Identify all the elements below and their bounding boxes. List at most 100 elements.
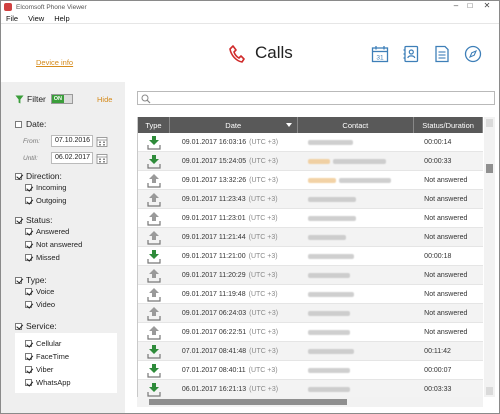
- notes-icon[interactable]: [433, 45, 451, 63]
- title-bar: Elcomsoft Phone Viewer – □ ✕: [1, 1, 499, 13]
- call-status: 00:00:07: [424, 366, 452, 374]
- scroll-down-arrow[interactable]: [486, 387, 493, 395]
- incoming-call-icon: [147, 382, 161, 397]
- service-filter-label[interactable]: Service:: [15, 321, 57, 331]
- outgoing-call-icon: [147, 287, 161, 302]
- call-timezone: (UTC +3): [248, 271, 278, 279]
- close-button[interactable]: ✕: [477, 1, 497, 11]
- call-contact-redacted: [298, 380, 415, 397]
- from-calendar-icon[interactable]: [96, 136, 108, 147]
- call-contact-redacted: [298, 266, 415, 284]
- call-timezone: (UTC +3): [249, 138, 279, 146]
- table-row[interactable]: 09.01.2017 15:24:05 (UTC +3) 00:00:33: [138, 152, 483, 171]
- filter-toggle[interactable]: ON: [50, 94, 73, 104]
- option-outgoing[interactable]: Outgoing: [25, 196, 66, 205]
- table-row[interactable]: 07.01.2017 08:40:11 (UTC +3) 00:00:07: [138, 361, 483, 380]
- call-timezone: (UTC +3): [249, 347, 279, 355]
- vertical-scrollbar[interactable]: [484, 117, 495, 397]
- table-row[interactable]: 09.01.2017 11:21:00 (UTC +3) 00:00:18: [138, 247, 483, 266]
- column-type[interactable]: Type: [138, 117, 170, 133]
- phone-icon: [229, 45, 245, 63]
- from-date-input[interactable]: 07.10.2016: [51, 135, 93, 147]
- option-incoming[interactable]: Incoming: [25, 183, 66, 192]
- minimize-button[interactable]: –: [449, 1, 463, 11]
- page-header: Device info Calls 31: [1, 25, 499, 81]
- table-row[interactable]: 09.01.2017 13:32:26 (UTC +3) Not answered: [138, 171, 483, 190]
- table-row[interactable]: 09.01.2017 16:03:16 (UTC +3) 00:00:14: [138, 133, 483, 152]
- app-window: Elcomsoft Phone Viewer – □ ✕ File View H…: [0, 0, 500, 414]
- hide-filter-link[interactable]: Hide: [97, 95, 112, 104]
- date-filter-checkbox[interactable]: [15, 120, 22, 128]
- horizontal-scrollbar[interactable]: [137, 397, 483, 407]
- call-status: Not answered: [424, 233, 468, 241]
- call-timezone: (UTC +3): [249, 176, 279, 184]
- call-status: Not answered: [424, 271, 468, 279]
- table-row[interactable]: 07.01.2017 08:41:48 (UTC +3) 00:11:42: [138, 342, 483, 361]
- option-video[interactable]: Video: [25, 300, 55, 309]
- device-info-link[interactable]: Device info: [36, 58, 73, 67]
- direction-filter-label[interactable]: Direction:: [15, 171, 62, 181]
- table-row[interactable]: 06.01.2017 16:21:13 (UTC +3) 00:03:33: [138, 380, 483, 397]
- call-contact-redacted: [298, 171, 415, 189]
- call-date: 09.01.2017 11:21:44: [181, 233, 246, 241]
- table-row[interactable]: 09.01.2017 11:21:44 (UTC +3) Not answered: [138, 228, 483, 247]
- call-date: 07.01.2017 08:40:11: [181, 366, 246, 374]
- table-row[interactable]: 09.01.2017 11:23:43 (UTC +3) Not answered: [138, 190, 483, 209]
- date-filter-label[interactable]: Date:: [15, 119, 46, 129]
- option-voice[interactable]: Voice: [25, 287, 54, 296]
- option-cellular[interactable]: Cellular: [25, 339, 61, 348]
- scroll-up-arrow[interactable]: [486, 119, 493, 127]
- vertical-scroll-thumb[interactable]: [486, 164, 493, 173]
- table-row[interactable]: 09.01.2017 11:19:48 (UTC +3) Not answered: [138, 285, 483, 304]
- compass-icon[interactable]: [464, 45, 482, 63]
- table-row[interactable]: 09.01.2017 06:22:51 (UTC +3) Not answered: [138, 323, 483, 342]
- call-status: Not answered: [424, 290, 468, 298]
- calendar-icon[interactable]: 31: [371, 45, 389, 63]
- call-contact-redacted: [298, 361, 415, 379]
- until-calendar-icon[interactable]: [96, 153, 108, 164]
- menu-help[interactable]: Help: [49, 14, 74, 23]
- call-timezone: (UTC +3): [248, 233, 278, 241]
- call-timezone: (UTC +3): [248, 290, 278, 298]
- option-facetime[interactable]: FaceTime: [25, 352, 69, 361]
- call-date: 09.01.2017 15:24:05: [181, 157, 247, 165]
- direction-checkbox[interactable]: [15, 172, 22, 180]
- option-missed[interactable]: Missed: [25, 253, 60, 262]
- option-whatsapp[interactable]: WhatsApp: [25, 378, 71, 387]
- call-timezone: (UTC +3): [249, 309, 279, 317]
- incoming-call-icon: [147, 135, 161, 150]
- option-not-answered[interactable]: Not answered: [25, 240, 82, 249]
- contacts-icon[interactable]: [402, 45, 420, 63]
- call-timezone: (UTC +3): [248, 252, 278, 260]
- call-date: 07.01.2017 08:41:48: [181, 347, 247, 355]
- menu-view[interactable]: View: [23, 14, 49, 23]
- menu-file[interactable]: File: [1, 14, 23, 23]
- call-date: 09.01.2017 11:21:00: [181, 252, 246, 260]
- call-date: 09.01.2017 06:22:51: [181, 328, 247, 336]
- until-date-input[interactable]: 06.02.2017: [51, 152, 93, 164]
- status-filter-label[interactable]: Status:: [15, 215, 52, 225]
- search-icon: [141, 94, 151, 104]
- option-answered[interactable]: Answered: [25, 227, 69, 236]
- call-timezone: (UTC +3): [249, 385, 279, 393]
- column-contact[interactable]: Contact: [298, 117, 415, 133]
- option-viber[interactable]: Viber: [25, 365, 53, 374]
- horizontal-scroll-thumb[interactable]: [149, 399, 347, 405]
- window-controls: – □ ✕: [449, 1, 497, 11]
- call-timezone: (UTC +3): [248, 214, 278, 222]
- call-timezone: (UTC +3): [248, 195, 278, 203]
- table-row[interactable]: 09.01.2017 11:20:29 (UTC +3) Not answered: [138, 266, 483, 285]
- maximize-button[interactable]: □: [463, 1, 477, 11]
- table-row[interactable]: 09.01.2017 06:24:03 (UTC +3) Not answered: [138, 304, 483, 323]
- incoming-call-icon: [147, 249, 161, 264]
- table-row[interactable]: 09.01.2017 11:23:01 (UTC +3) Not answered: [138, 209, 483, 228]
- status-checkbox[interactable]: [15, 216, 22, 224]
- column-date[interactable]: Date: [170, 117, 298, 133]
- search-input[interactable]: [137, 91, 495, 105]
- call-status: Not answered: [424, 328, 468, 336]
- type-filter-label[interactable]: Type:: [15, 275, 47, 285]
- call-contact-redacted: [298, 133, 415, 151]
- type-checkbox[interactable]: [15, 276, 22, 284]
- column-status[interactable]: Status/Duration: [414, 117, 483, 133]
- service-checkbox[interactable]: [15, 322, 22, 330]
